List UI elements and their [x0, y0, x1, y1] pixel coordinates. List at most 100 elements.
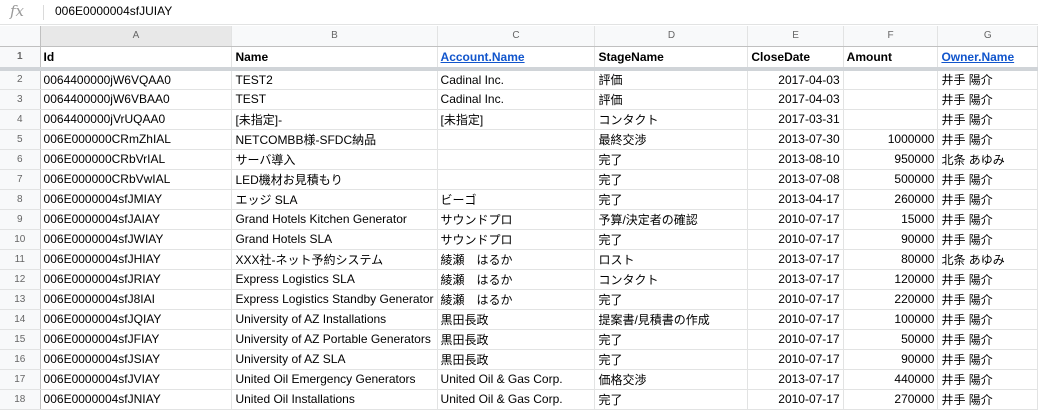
row-header[interactable]: 11	[0, 249, 41, 270]
cell-close-date[interactable]: 2010-07-17	[747, 309, 844, 330]
row-header[interactable]: 4	[0, 109, 41, 130]
cell-id[interactable]: 006E000000CRbVrIAL	[40, 149, 233, 170]
cell-amount[interactable]: 15000	[843, 209, 939, 230]
cell-stage-name[interactable]: 予算/決定者の確認	[594, 209, 749, 230]
cell-name[interactable]: Grand Hotels Kitchen Generator	[231, 209, 438, 230]
cell-stage-name[interactable]: 完了	[594, 229, 749, 250]
cell-id[interactable]: 006E0000004sfJRIAY	[40, 269, 233, 290]
cell-amount[interactable]	[843, 89, 939, 110]
cell-id[interactable]: 006E0000004sfJVIAY	[40, 369, 233, 390]
cell-name[interactable]: NETCOMBB様-SFDC納品	[231, 129, 438, 150]
cell-name[interactable]: TEST	[231, 89, 438, 110]
cell-name[interactable]: Express Logistics Standby Generator	[231, 289, 438, 310]
row-header[interactable]: 15	[0, 329, 41, 350]
row-header[interactable]: 3	[0, 89, 41, 110]
cell-name[interactable]: サーバ導入	[231, 149, 438, 170]
cell-close-date[interactable]: 2013-08-10	[747, 149, 844, 170]
row-header[interactable]: 6	[0, 149, 41, 170]
row-header[interactable]: 10	[0, 229, 41, 250]
cell-name[interactable]: エッジ SLA	[231, 189, 438, 210]
cell-account-name[interactable]: United Oil & Gas Corp.	[437, 389, 596, 410]
cell-owner-name[interactable]: 井手 陽介	[937, 89, 1038, 110]
cell-amount[interactable]: 50000	[843, 329, 939, 350]
cell-stage-name[interactable]: 提案書/見積書の作成	[594, 309, 749, 330]
cell-close-date[interactable]: 2013-07-17	[747, 269, 844, 290]
column-header-d[interactable]: D	[594, 26, 749, 47]
cell-name[interactable]: United Oil Installations	[231, 389, 438, 410]
row-header[interactable]: 5	[0, 129, 41, 150]
cell-name[interactable]: University of AZ Portable Generators	[231, 329, 438, 350]
cell-stage-name[interactable]: 完了	[594, 349, 749, 370]
row-header[interactable]: 14	[0, 309, 41, 330]
cell-close-date[interactable]: 2010-07-17	[747, 289, 844, 310]
row-header[interactable]: 12	[0, 269, 41, 290]
cell-account-name[interactable]: United Oil & Gas Corp.	[437, 369, 596, 390]
cell-amount[interactable]: 90000	[843, 349, 939, 370]
cell-close-date[interactable]: 2013-04-17	[747, 189, 844, 210]
cell-close-date[interactable]: 2010-07-17	[747, 349, 844, 370]
cell-name[interactable]: Express Logistics SLA	[231, 269, 438, 290]
row-header[interactable]: 16	[0, 349, 41, 370]
cell-owner-name[interactable]: 北条 あゆみ	[937, 249, 1038, 270]
cell-account-name[interactable]: 綾瀬 はるか	[437, 269, 596, 290]
cell-owner-name[interactable]: 井手 陽介	[937, 209, 1038, 230]
cell-id[interactable]: 006E0000004sfJHIAY	[40, 249, 233, 270]
cell-owner-name[interactable]: 井手 陽介	[937, 109, 1038, 130]
cell-header-account-name[interactable]: Account.Name	[437, 46, 596, 71]
row-header[interactable]: 17	[0, 369, 41, 390]
cell-close-date[interactable]: 2017-04-03	[747, 69, 844, 90]
cell-stage-name[interactable]: 完了	[594, 149, 749, 170]
cell-owner-name[interactable]: 井手 陽介	[937, 169, 1038, 190]
cell-id[interactable]: 006E000000CRmZhIAL	[40, 129, 233, 150]
cell-stage-name[interactable]: 完了	[594, 389, 749, 410]
row-header[interactable]: 8	[0, 189, 41, 210]
cell-account-name[interactable]	[437, 149, 596, 170]
cell-amount[interactable]: 260000	[843, 189, 939, 210]
row-header[interactable]: 1	[0, 46, 41, 71]
cell-close-date[interactable]: 2013-07-30	[747, 129, 844, 150]
cell-owner-name[interactable]: 井手 陽介	[937, 329, 1038, 350]
cell-stage-name[interactable]: 最終交渉	[594, 129, 749, 150]
cell-account-name[interactable]: ビーゴ	[437, 189, 596, 210]
cell-id[interactable]: 006E0000004sfJMIAY	[40, 189, 233, 210]
cell-amount[interactable]: 100000	[843, 309, 939, 330]
cell-id[interactable]: 006E0000004sfJFIAY	[40, 329, 233, 350]
cell-name[interactable]: XXX社-ネット予約システム	[231, 249, 438, 270]
cell-id[interactable]: 0064400000jW6VQAA0	[40, 69, 233, 90]
column-header-a[interactable]: A	[40, 26, 233, 47]
cell-header-name[interactable]: Name	[231, 46, 438, 71]
cell-id[interactable]: 006E0000004sfJAIAY	[40, 209, 233, 230]
cell-owner-name[interactable]: 井手 陽介	[937, 349, 1038, 370]
cell-name[interactable]: [未指定]-	[231, 109, 438, 130]
cell-id[interactable]: 006E0000004sfJQIAY	[40, 309, 233, 330]
column-header-g[interactable]: G	[937, 26, 1038, 47]
cell-name[interactable]: University of AZ SLA	[231, 349, 438, 370]
cell-header-close-date[interactable]: CloseDate	[747, 46, 844, 71]
cell-account-name[interactable]: サウンドプロ	[437, 209, 596, 230]
cell-id[interactable]: 006E0000004sfJSIAY	[40, 349, 233, 370]
cell-name[interactable]: LED機材お見積もり	[231, 169, 438, 190]
cell-owner-name[interactable]: 井手 陽介	[937, 269, 1038, 290]
cell-owner-name[interactable]: 井手 陽介	[937, 229, 1038, 250]
cell-owner-name[interactable]: 井手 陽介	[937, 289, 1038, 310]
cell-header-id[interactable]: Id	[40, 46, 233, 71]
cell-amount[interactable]: 1000000	[843, 129, 939, 150]
cell-owner-name[interactable]: 井手 陽介	[937, 389, 1038, 410]
select-all-corner[interactable]	[0, 26, 41, 47]
cell-amount[interactable]: 440000	[843, 369, 939, 390]
cell-account-name[interactable]	[437, 169, 596, 190]
cell-stage-name[interactable]: コンタクト	[594, 109, 749, 130]
cell-close-date[interactable]: 2010-07-17	[747, 229, 844, 250]
cell-close-date[interactable]: 2013-07-17	[747, 249, 844, 270]
column-header-f[interactable]: F	[843, 26, 939, 47]
cell-id[interactable]: 0064400000jVrUQAA0	[40, 109, 233, 130]
cell-stage-name[interactable]: 完了	[594, 169, 749, 190]
cell-amount[interactable]: 950000	[843, 149, 939, 170]
cell-name[interactable]: Grand Hotels SLA	[231, 229, 438, 250]
cell-amount[interactable]: 500000	[843, 169, 939, 190]
cell-account-name[interactable]: サウンドプロ	[437, 229, 596, 250]
cell-close-date[interactable]: 2010-07-17	[747, 389, 844, 410]
cell-id[interactable]: 006E000000CRbVwIAL	[40, 169, 233, 190]
cell-owner-name[interactable]: 井手 陽介	[937, 189, 1038, 210]
cell-close-date[interactable]: 2013-07-17	[747, 369, 844, 390]
